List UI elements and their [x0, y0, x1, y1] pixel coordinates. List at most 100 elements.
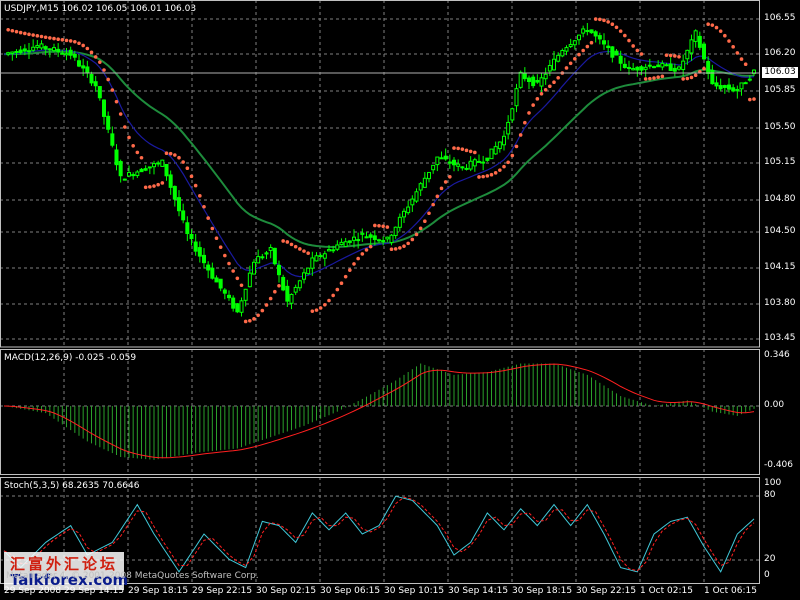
- sar-dot: [618, 29, 623, 33]
- sar-dot: [93, 55, 98, 59]
- candle-body: [697, 35, 702, 48]
- candle-body: [422, 177, 427, 188]
- sar-dot: [752, 97, 756, 101]
- sar-dot: [27, 32, 31, 37]
- sar-dot: [148, 185, 152, 189]
- sar-dot: [343, 274, 348, 279]
- sar-dot: [314, 308, 319, 312]
- sar-dot: [68, 39, 73, 43]
- sar-dot: [643, 77, 648, 81]
- sar-dot: [506, 160, 510, 165]
- candle-body: [618, 55, 623, 64]
- sar-dot: [264, 303, 269, 307]
- sar-dot: [668, 53, 673, 58]
- candle-body: [639, 66, 644, 71]
- candle-body: [368, 234, 373, 238]
- candle-body: [585, 30, 590, 33]
- candle-body: [193, 241, 198, 252]
- sar-dot: [181, 160, 185, 164]
- candle-body: [360, 232, 365, 235]
- sar-dot: [710, 23, 715, 27]
- sar-dot: [523, 120, 527, 125]
- sar-dot: [252, 317, 256, 321]
- candle-body: [31, 46, 36, 51]
- sar-dot: [431, 202, 435, 207]
- candle-body: [189, 233, 194, 240]
- price-level-2: 105.85: [764, 85, 796, 95]
- sar-dot: [593, 17, 598, 21]
- candle-body: [297, 280, 302, 289]
- sar-dot: [43, 35, 48, 40]
- candle-body: [739, 82, 744, 90]
- candle-body: [593, 31, 598, 37]
- time-label-7: 30 Sep 14:15: [448, 586, 509, 596]
- candle-body: [485, 157, 490, 161]
- time-label-9: 30 Sep 22:15: [576, 586, 637, 596]
- sar-dot: [14, 29, 19, 34]
- candle-body: [293, 286, 298, 293]
- sar-dot: [398, 246, 402, 250]
- candle-body: [547, 65, 552, 72]
- candle-body: [535, 79, 540, 83]
- candle-body: [206, 264, 211, 271]
- sar-dot: [493, 171, 498, 175]
- sar-dot: [514, 144, 519, 149]
- candle-body: [335, 244, 340, 250]
- candle-body: [543, 73, 548, 80]
- candle-body: [339, 241, 344, 246]
- sar-dot: [518, 133, 523, 137]
- sar-dot: [306, 251, 310, 256]
- sar-dot: [543, 87, 548, 92]
- sar-dot: [248, 318, 252, 323]
- sar-dot: [652, 76, 656, 80]
- chart-canvas[interactable]: [0, 0, 800, 600]
- price-level-6: 104.50: [764, 226, 796, 236]
- candle-body: [631, 68, 636, 71]
- sar-dot: [189, 174, 194, 179]
- candle-body: [447, 161, 452, 164]
- sar-dot: [714, 25, 719, 30]
- sar-dot: [481, 174, 485, 179]
- sar-dot: [468, 149, 473, 154]
- sar-dot: [131, 143, 135, 148]
- candle-body: [39, 43, 44, 49]
- sar-dot: [739, 57, 744, 61]
- sar-dot: [281, 239, 285, 243]
- candle-body: [460, 166, 465, 169]
- sar-dot: [406, 241, 410, 246]
- candle-body: [710, 70, 715, 85]
- candle-body: [118, 161, 123, 177]
- candle-body: [97, 86, 102, 99]
- macd-level-top: 0.346: [764, 350, 790, 360]
- sar-dot: [135, 150, 140, 155]
- sar-dot: [77, 41, 81, 46]
- sar-dot: [702, 66, 706, 71]
- candle-body: [427, 171, 431, 180]
- candle-body: [581, 28, 586, 34]
- sar-dot: [589, 40, 594, 45]
- candle-body: [606, 45, 611, 49]
- sar-dot: [464, 148, 469, 153]
- sar-dot: [677, 54, 681, 59]
- sar-dot: [210, 226, 215, 231]
- time-label-8: 30 Sep 18:15: [512, 586, 573, 596]
- candle-body: [685, 49, 690, 60]
- candle-body: [706, 61, 711, 74]
- candle-body: [677, 66, 681, 70]
- candle-body: [322, 253, 327, 259]
- sar-dot: [106, 77, 110, 82]
- candle-body: [172, 185, 177, 200]
- sar-dot: [152, 184, 156, 188]
- candle-body: [22, 48, 27, 52]
- candle-body: [252, 261, 256, 275]
- candle-body: [714, 82, 719, 87]
- sar-dot: [414, 232, 419, 237]
- sar-dot: [85, 46, 90, 51]
- sar-dot: [585, 44, 590, 49]
- sar-dot: [681, 77, 685, 81]
- candle-body: [247, 272, 252, 288]
- candle-body: [122, 178, 127, 181]
- sar-dot: [356, 256, 360, 261]
- sar-dot: [706, 22, 710, 26]
- sar-dot: [239, 283, 244, 288]
